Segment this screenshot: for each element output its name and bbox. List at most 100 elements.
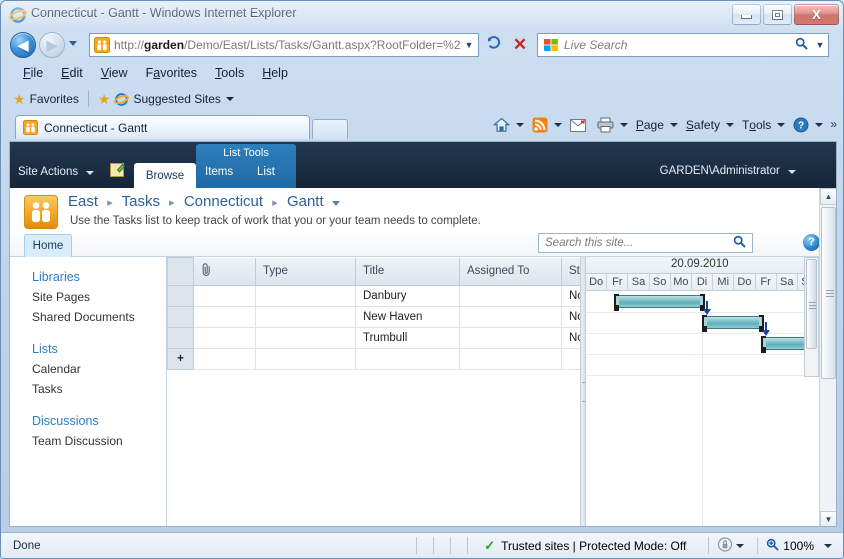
cell-assigned-to[interactable]: [459, 306, 562, 328]
cell-type[interactable]: [255, 348, 356, 370]
cell-title[interactable]: Trumbull: [355, 327, 460, 349]
nav-link-site-pages[interactable]: Site Pages: [10, 287, 166, 307]
privacy-button[interactable]: [709, 533, 757, 559]
column-header-title[interactable]: Title: [355, 257, 460, 286]
feeds-button[interactable]: [529, 117, 551, 133]
ribbon-tab-list[interactable]: List: [257, 166, 275, 178]
chevron-down-icon[interactable]: [225, 97, 234, 101]
history-dropdown-icon[interactable]: [69, 41, 77, 46]
column-header-type[interactable]: Type: [255, 257, 356, 286]
menu-help[interactable]: Help: [254, 64, 296, 82]
breadcrumb-item-tasks[interactable]: Tasks: [122, 193, 160, 210]
help-dropdown-icon[interactable]: [815, 123, 824, 127]
column-header-select[interactable]: [167, 257, 194, 286]
cell-title[interactable]: [355, 348, 460, 370]
nav-section-discussions[interactable]: Discussions: [10, 409, 166, 431]
site-search-input[interactable]: Search this site...: [538, 233, 753, 253]
browser-tab[interactable]: Connecticut - Gantt: [15, 115, 310, 139]
chevron-down-icon[interactable]: [736, 543, 745, 548]
zoom-dropdown-icon[interactable]: [824, 543, 832, 548]
breadcrumb-item-connecticut[interactable]: Connecticut: [184, 193, 263, 210]
page-dropdown-icon[interactable]: [669, 123, 678, 127]
print-button[interactable]: [589, 117, 617, 133]
favorites-button[interactable]: Favorites: [30, 92, 79, 106]
menu-file[interactable]: File: [15, 64, 51, 82]
search-provider-dropdown-icon[interactable]: ▼: [812, 40, 828, 50]
command-overflow-icon[interactable]: »: [830, 117, 837, 131]
search-magnifier-icon[interactable]: [795, 37, 812, 53]
cell-assigned-to[interactable]: [459, 285, 562, 307]
cell-assigned-to[interactable]: [459, 327, 562, 349]
feeds-dropdown-icon[interactable]: [553, 123, 562, 127]
column-header-attachment[interactable]: [193, 257, 256, 286]
chevron-down-icon[interactable]: [331, 201, 340, 206]
table-row[interactable]: Danbury Not: [167, 285, 582, 307]
search-icon[interactable]: [733, 235, 752, 251]
cell-assigned-to[interactable]: [459, 348, 562, 370]
minimize-button[interactable]: [732, 4, 761, 25]
gantt-bar-new-haven[interactable]: [702, 315, 764, 332]
breadcrumb-item-gantt[interactable]: Gantt: [287, 193, 324, 210]
nav-link-tasks[interactable]: Tasks: [10, 379, 166, 399]
print-dropdown-icon[interactable]: [619, 123, 628, 127]
suggested-sites-button[interactable]: Suggested Sites: [133, 92, 220, 106]
nav-link-shared-documents[interactable]: Shared Documents: [10, 307, 166, 327]
menu-tools[interactable]: Tools: [207, 64, 252, 82]
gantt-vertical-scrollbar[interactable]: [804, 257, 819, 377]
maximize-button[interactable]: [763, 4, 792, 25]
cell-type[interactable]: [255, 285, 356, 307]
menu-edit[interactable]: Edit: [53, 64, 91, 82]
cell-status[interactable]: Not: [561, 327, 582, 349]
nav-link-team-discussion[interactable]: Team Discussion: [10, 431, 166, 451]
cell-title[interactable]: New Haven: [355, 306, 460, 328]
new-tab-button[interactable]: [312, 119, 348, 139]
cell-status[interactable]: Not: [561, 306, 582, 328]
navigate-up-icon[interactable]: [110, 162, 126, 178]
scroll-down-icon[interactable]: ▼: [820, 511, 836, 526]
site-actions-menu[interactable]: Site Actions: [18, 166, 95, 178]
new-item-row[interactable]: +: [167, 348, 582, 370]
read-mail-button[interactable]: [567, 118, 589, 132]
help-button[interactable]: ?: [790, 117, 812, 133]
table-row[interactable]: New Haven Not: [167, 306, 582, 328]
close-button[interactable]: X: [794, 4, 839, 25]
home-button[interactable]: [490, 117, 513, 133]
nav-section-lists[interactable]: Lists: [10, 337, 166, 359]
back-button[interactable]: ◀: [10, 32, 36, 58]
forward-button[interactable]: ▶: [39, 32, 65, 58]
tools-dropdown-icon[interactable]: [777, 123, 786, 127]
zoom-control[interactable]: 100%: [758, 533, 843, 559]
nav-section-libraries[interactable]: Libraries: [10, 265, 166, 287]
cell-type[interactable]: [255, 327, 356, 349]
live-search-input[interactable]: Live Search ▼: [537, 33, 829, 57]
page-vertical-scrollbar[interactable]: ▲ ▼: [819, 188, 836, 526]
gantt-bar-danbury[interactable]: [614, 294, 705, 311]
add-new-item-icon[interactable]: +: [167, 348, 194, 370]
nav-link-calendar[interactable]: Calendar: [10, 359, 166, 379]
home-dropdown-icon[interactable]: [515, 123, 524, 127]
user-menu[interactable]: GARDEN\Administrator: [660, 165, 796, 177]
address-input[interactable]: http://garden/Demo/East/Lists/Tasks/Gant…: [89, 33, 479, 57]
cell-title[interactable]: Danbury: [355, 285, 460, 307]
tab-home[interactable]: Home: [24, 234, 72, 257]
page-menu[interactable]: Page: [633, 118, 667, 132]
help-icon[interactable]: ?: [803, 234, 820, 251]
ribbon-tab-browse[interactable]: Browse: [134, 163, 196, 188]
row-selector[interactable]: [167, 306, 194, 328]
cell-status[interactable]: [561, 348, 582, 370]
stop-button[interactable]: ✕: [508, 33, 532, 57]
gantt-scrollbar-thumb[interactable]: [806, 259, 817, 349]
row-selector[interactable]: [167, 285, 194, 307]
security-zone[interactable]: ✓ Trusted sites | Protected Mode: Off: [468, 533, 694, 559]
column-header-assigned-to[interactable]: Assigned To: [459, 257, 562, 286]
cell-type[interactable]: [255, 306, 356, 328]
tools-menu[interactable]: To ols: [739, 118, 774, 132]
menu-favorites[interactable]: Favorites: [138, 64, 205, 82]
column-header-status[interactable]: Sta: [561, 257, 582, 286]
safety-menu[interactable]: Safety: [683, 118, 723, 132]
cell-status[interactable]: Not: [561, 285, 582, 307]
add-to-favorites-bar-icon[interactable]: ★: [98, 91, 111, 108]
breadcrumb-item-east[interactable]: East: [68, 193, 98, 210]
row-selector[interactable]: [167, 327, 194, 349]
refresh-button[interactable]: [482, 33, 506, 57]
